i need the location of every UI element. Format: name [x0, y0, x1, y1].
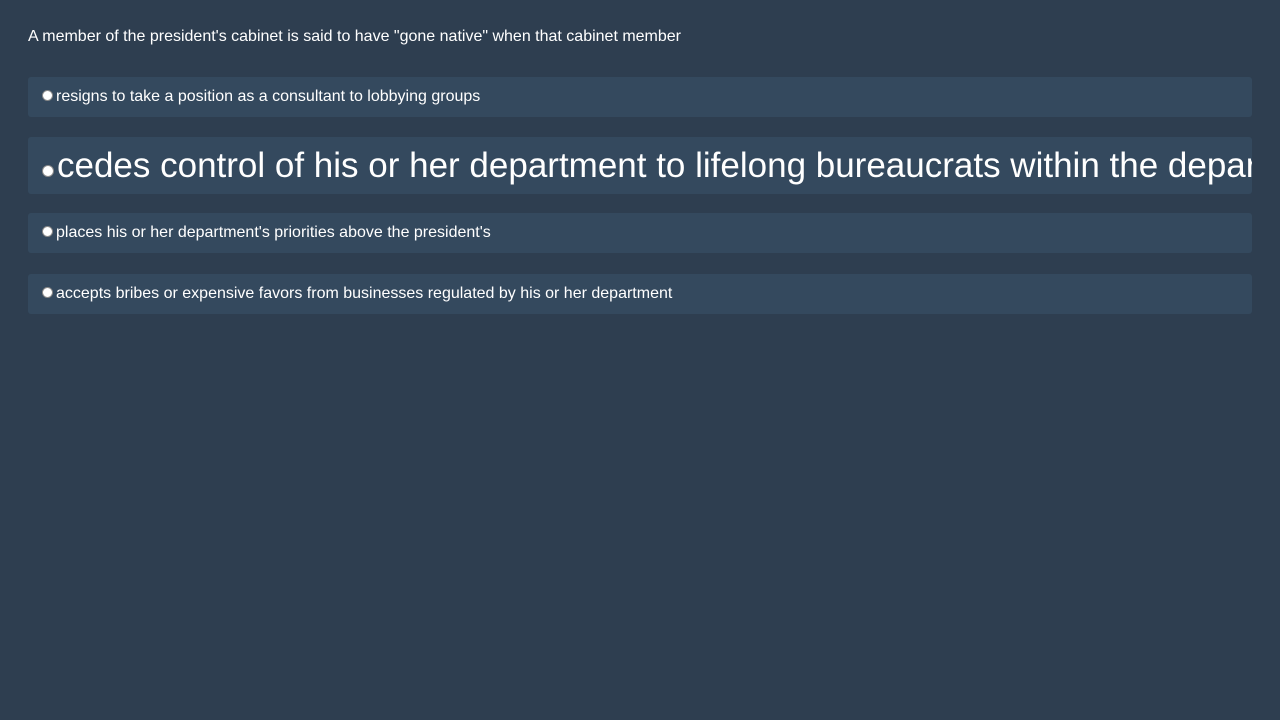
answer-option-4-label: accepts bribes or expensive favors from …	[56, 285, 673, 302]
answer-option-1-label: resigns to take a position as a consulta…	[56, 88, 481, 105]
answer-option-4[interactable]: accepts bribes or expensive favors from …	[28, 274, 1252, 314]
radio-button-3[interactable]	[42, 225, 53, 237]
radio-button-2[interactable]	[42, 164, 54, 177]
answer-option-1[interactable]: resigns to take a position as a consulta…	[28, 77, 1252, 117]
answer-option-2-label: cedes control of his or her department t…	[57, 145, 1252, 185]
radio-button-4[interactable]	[42, 286, 53, 298]
answer-option-3[interactable]: places his or her department's prioritie…	[28, 213, 1252, 253]
answer-option-3-label: places his or her department's prioritie…	[56, 224, 491, 241]
question-text: A member of the president's cabinet is s…	[28, 28, 682, 45]
answer-option-2[interactable]: cedes control of his or her department t…	[28, 137, 1252, 194]
radio-button-1[interactable]	[42, 89, 53, 101]
